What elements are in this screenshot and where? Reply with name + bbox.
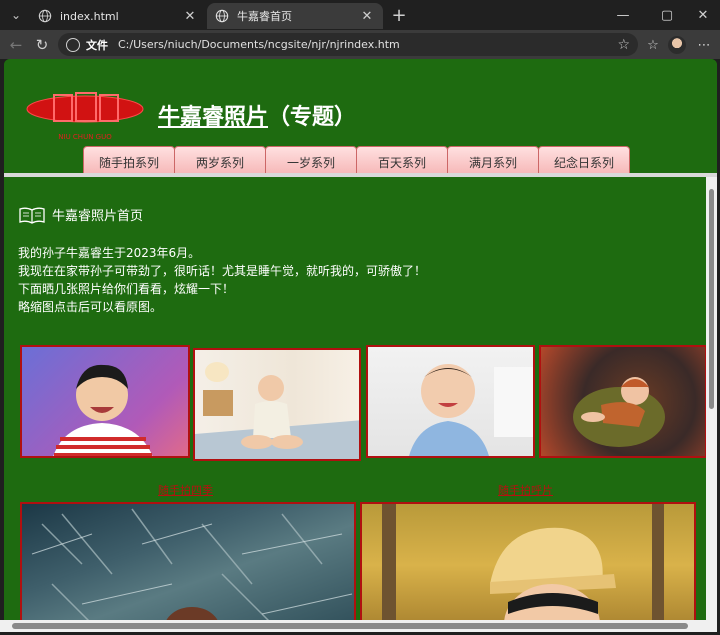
child-photo-1 [53, 364, 153, 456]
new-tab-plus-icon[interactable]: + [389, 5, 409, 26]
close-icon[interactable]: ✕ [182, 8, 198, 24]
nav-tab-random[interactable]: 随手拍系列 [83, 146, 175, 174]
tab-strip: ⌄ index.html ✕ 牛嘉睿首页 ✕ + — ▢ ✕ [0, 0, 720, 30]
globe-icon [215, 9, 229, 23]
site-header: NIU CHUN GUO 牛嘉睿照片（专题） 随手拍系列 两岁系列 一岁系列 百… [4, 59, 717, 174]
horizontal-scrollbar[interactable] [0, 620, 716, 632]
nav-tab-anniversary[interactable]: 纪念日系列 [538, 146, 630, 174]
maximize-icon[interactable]: ▢ [648, 0, 686, 30]
address-scheme-label: 文件 [86, 38, 108, 52]
child-photo-4 [573, 377, 665, 447]
window-close-icon[interactable]: ✕ [684, 0, 720, 30]
site-logo[interactable]: NIU CHUN GUO [24, 87, 146, 145]
page-title: 牛嘉睿照片（专题） [158, 99, 356, 131]
favorites-icon[interactable]: ☆ [643, 35, 663, 55]
breadcrumb-label: 牛嘉睿照片首页 [52, 209, 144, 224]
child-cap-photo [382, 504, 664, 632]
tab-title: 牛嘉睿首页 [237, 10, 292, 23]
address-url[interactable]: C:/Users/niuch/Documents/ncgsite/njr/njr… [118, 38, 617, 51]
intro-line: 我现在在家带孙子可带劲了，很听话！尤其是睡午觉，就听我的，可骄傲了！ [18, 264, 427, 278]
intro-line: 我的孙子牛嘉睿生于2023年6月。 [18, 246, 201, 260]
main-content: 牛嘉睿照片首页 我的孙子牛嘉睿生于2023年6月。 我现在在家带孙子可带劲了，很… [4, 177, 707, 632]
vertical-scrollbar[interactable] [706, 177, 717, 632]
tab-list-chevron-icon[interactable]: ⌄ [6, 5, 26, 25]
minimize-icon[interactable]: — [604, 0, 642, 30]
web-page: NIU CHUN GUO 牛嘉睿照片（专题） 随手拍系列 两岁系列 一岁系列 百… [4, 59, 717, 632]
child-photo-3 [409, 364, 533, 456]
photo-thumbnail[interactable] [539, 345, 707, 458]
breadcrumb: 牛嘉睿照片首页 [18, 205, 143, 224]
caption-link-photos[interactable]: 随手拍呼片 [498, 482, 553, 498]
svg-text:NIU CHUN GUO: NIU CHUN GUO [58, 133, 112, 141]
nav-tab-one-year[interactable]: 一岁系列 [265, 146, 357, 174]
profile-avatar[interactable] [668, 36, 686, 54]
book-icon [19, 207, 45, 224]
series-nav: 随手拍系列 两岁系列 一岁系列 百天系列 满月系列 纪念日系列 [83, 146, 630, 174]
photo-thumbnail[interactable] [20, 345, 190, 458]
intro-text: 我的孙子牛嘉睿生于2023年6月。 我现在在家带孙子可带劲了，很听话！尤其是睡午… [18, 244, 426, 316]
photo-thumbnail[interactable] [193, 348, 361, 461]
favorite-star-icon[interactable]: ☆ [617, 37, 630, 53]
child-photo-2 [195, 362, 359, 459]
tab-index[interactable]: index.html ✕ [30, 3, 206, 29]
nav-tab-two-years[interactable]: 两岁系列 [174, 146, 266, 174]
info-icon[interactable] [66, 37, 80, 52]
close-icon[interactable]: ✕ [359, 8, 375, 24]
pine-tree-photo [31, 508, 353, 632]
title-suffix: （专题） [268, 105, 357, 130]
refresh-icon[interactable]: ↻ [32, 35, 52, 55]
intro-line: 下面晒几张照片给你们看看，炫耀一下！ [18, 282, 235, 296]
nav-tab-full-month[interactable]: 满月系列 [447, 146, 539, 174]
browser-toolbar: ← ↻ 文件 C:/Users/niuch/Documents/ncgsite/… [0, 30, 720, 59]
tab-title: index.html [60, 9, 119, 23]
featured-photo-four-seasons[interactable] [20, 502, 356, 632]
title-link[interactable]: 牛嘉睿照片 [158, 105, 268, 130]
photo-thumbnail[interactable] [366, 345, 535, 458]
more-menu-icon[interactable]: ⋯ [694, 35, 714, 55]
intro-line: 略缩图点击后可以看原图。 [18, 300, 163, 314]
caption-link-four-seasons[interactable]: 随手拍四季 [158, 482, 213, 498]
globe-icon [38, 9, 52, 23]
address-bar[interactable]: 文件 C:/Users/niuch/Documents/ncgsite/njr/… [58, 33, 638, 56]
back-arrow-icon[interactable]: ← [6, 35, 26, 55]
featured-photo-child[interactable] [360, 502, 696, 632]
browser-window: ⌄ index.html ✕ 牛嘉睿首页 ✕ + — ▢ ✕ ← ↻ 文件 C:… [0, 0, 720, 635]
tab-njr-home[interactable]: 牛嘉睿首页 ✕ [207, 3, 383, 29]
nav-tab-hundred-days[interactable]: 百天系列 [356, 146, 448, 174]
